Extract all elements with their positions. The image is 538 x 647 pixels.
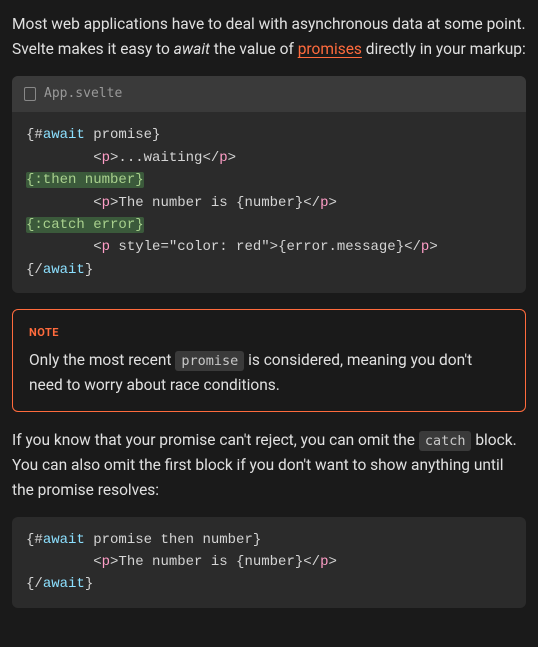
catch-paragraph: If you know that your promise can't reje… bbox=[12, 428, 526, 502]
note-callout: NOTE Only the most recent promise is con… bbox=[12, 309, 526, 412]
inline-code-promise: promise bbox=[175, 351, 244, 371]
text: directly in your markup: bbox=[362, 40, 526, 58]
code-body: {#await promise then number} <p>The numb… bbox=[12, 517, 526, 608]
note-body: Only the most recent promise is consider… bbox=[29, 348, 509, 398]
code-body: {#await promise} <p>...waiting</p> {:the… bbox=[12, 112, 526, 293]
promises-link[interactable]: promises bbox=[298, 40, 362, 58]
inline-code-catch: catch bbox=[419, 431, 472, 451]
text: the value of bbox=[210, 40, 298, 58]
code-header: App.svelte bbox=[12, 76, 526, 113]
note-label: NOTE bbox=[29, 324, 509, 342]
intro-paragraph: Most web applications have to deal with … bbox=[12, 12, 526, 62]
text: If you know that your promise can't reje… bbox=[12, 431, 419, 449]
text: Only the most recent bbox=[29, 351, 175, 369]
file-icon bbox=[24, 87, 36, 101]
code-block-app-svelte: App.svelte {#await promise} <p>...waitin… bbox=[12, 76, 526, 294]
code-block-short: {#await promise then number} <p>The numb… bbox=[12, 517, 526, 608]
await-italic: await bbox=[174, 40, 210, 58]
filename: App.svelte bbox=[44, 84, 122, 105]
